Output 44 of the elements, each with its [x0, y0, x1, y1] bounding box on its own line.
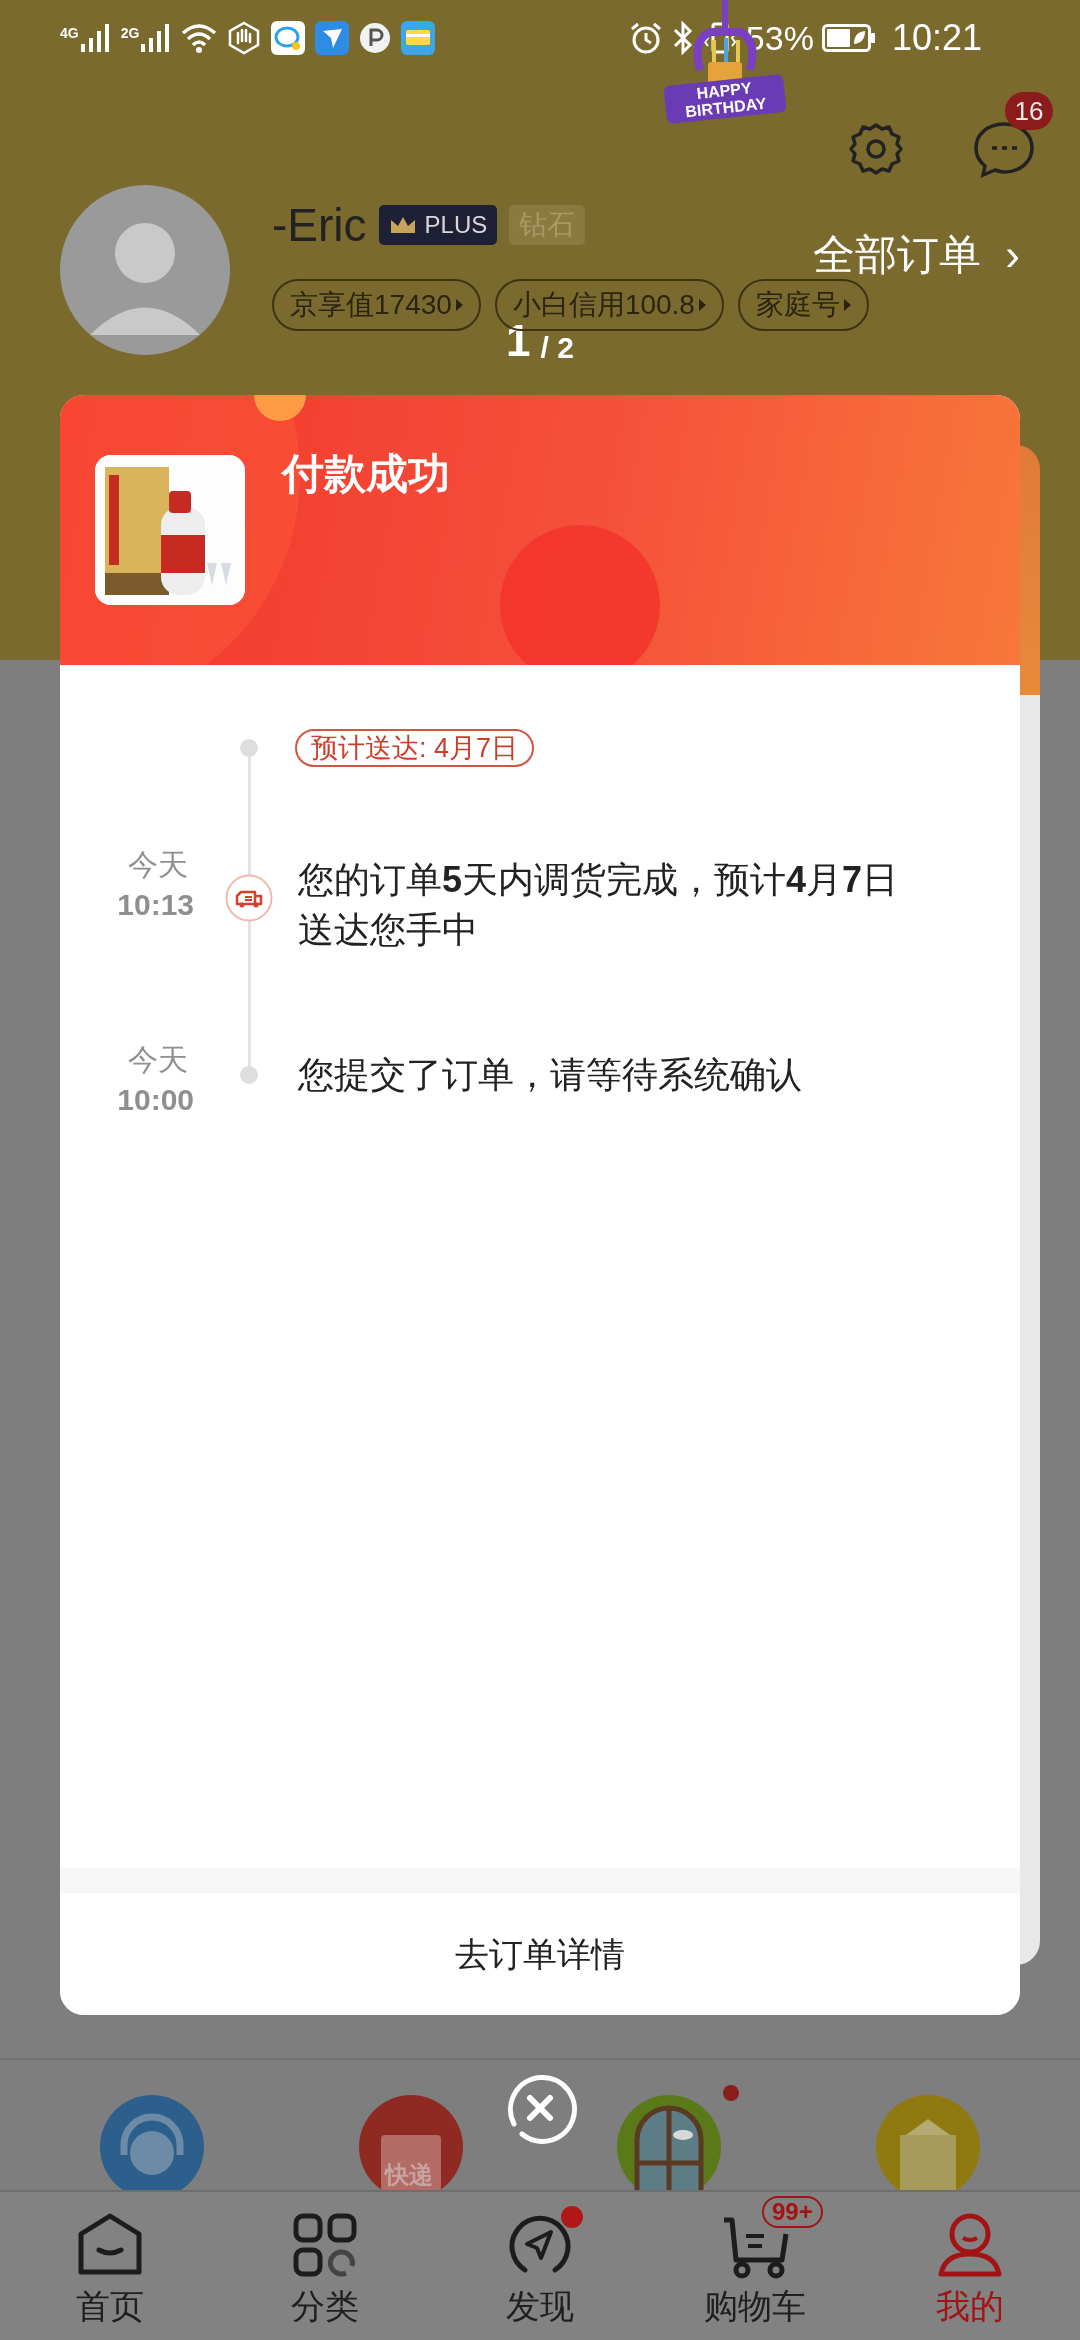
birthday-ribbon[interactable]: HAPPY BIRTHDAY	[663, 73, 787, 125]
hand-icon	[227, 20, 262, 55]
signal-icon	[80, 23, 111, 52]
nav-tab[interactable]: 购物车 99+	[690, 2192, 820, 2340]
nav-tab[interactable]: 发现	[475, 2192, 605, 2340]
network-label: 2G	[120, 25, 140, 40]
message-icon[interactable]	[973, 120, 1035, 178]
timeline-time: 10:00	[117, 1082, 194, 1118]
cart-count-badge: 99+	[762, 2196, 823, 2228]
triangle-icon	[843, 299, 851, 311]
status-time: 10:21	[891, 19, 982, 56]
bluetooth-icon	[671, 19, 694, 56]
crown-icon	[388, 215, 417, 235]
profile-chip[interactable]: 京享值17430	[272, 279, 481, 331]
triangle-icon	[698, 299, 706, 311]
wifi-icon	[181, 22, 218, 53]
timeline-message: 您的订单5天内调货完成，预计4月7日送达您手中	[298, 858, 900, 952]
headset-icon[interactable]	[100, 2095, 204, 2190]
triangle-icon	[455, 299, 463, 311]
card-app-icon	[401, 20, 436, 55]
parking-icon	[359, 21, 392, 54]
timeline-day: 今天	[122, 1040, 194, 1080]
app-icon	[315, 20, 350, 55]
nav-tab[interactable]: 首页	[45, 2192, 175, 2340]
gift-icon[interactable]	[875, 2095, 980, 2190]
timeline-message: 您提交了订单，请等待系统确认	[298, 1053, 803, 1097]
profile-chip[interactable]: 家庭号	[737, 279, 869, 331]
battery-icon	[821, 23, 876, 52]
settings-icon[interactable]	[847, 120, 905, 178]
avatar[interactable]	[60, 185, 230, 355]
delivery-date-tag: 预计送达: 4月7日	[295, 729, 535, 767]
nav-tab[interactable]: 分类	[260, 2192, 390, 2340]
card-title: 付款成功	[282, 453, 450, 495]
all-orders-link[interactable]: 全部订单 ›	[813, 233, 1020, 277]
chat-app-icon	[271, 20, 306, 55]
user-name: -Eric	[272, 202, 367, 248]
parcel-label: 快递	[384, 2163, 433, 2187]
signal-icon	[141, 23, 172, 52]
truck-icon	[225, 874, 273, 922]
message-count-badge: 16	[1005, 92, 1053, 130]
timeline-day: 今天	[122, 845, 194, 885]
timeline-time: 10:13	[117, 887, 194, 923]
network-label: 4G	[60, 25, 79, 40]
plus-badge: PLUS	[378, 205, 498, 245]
